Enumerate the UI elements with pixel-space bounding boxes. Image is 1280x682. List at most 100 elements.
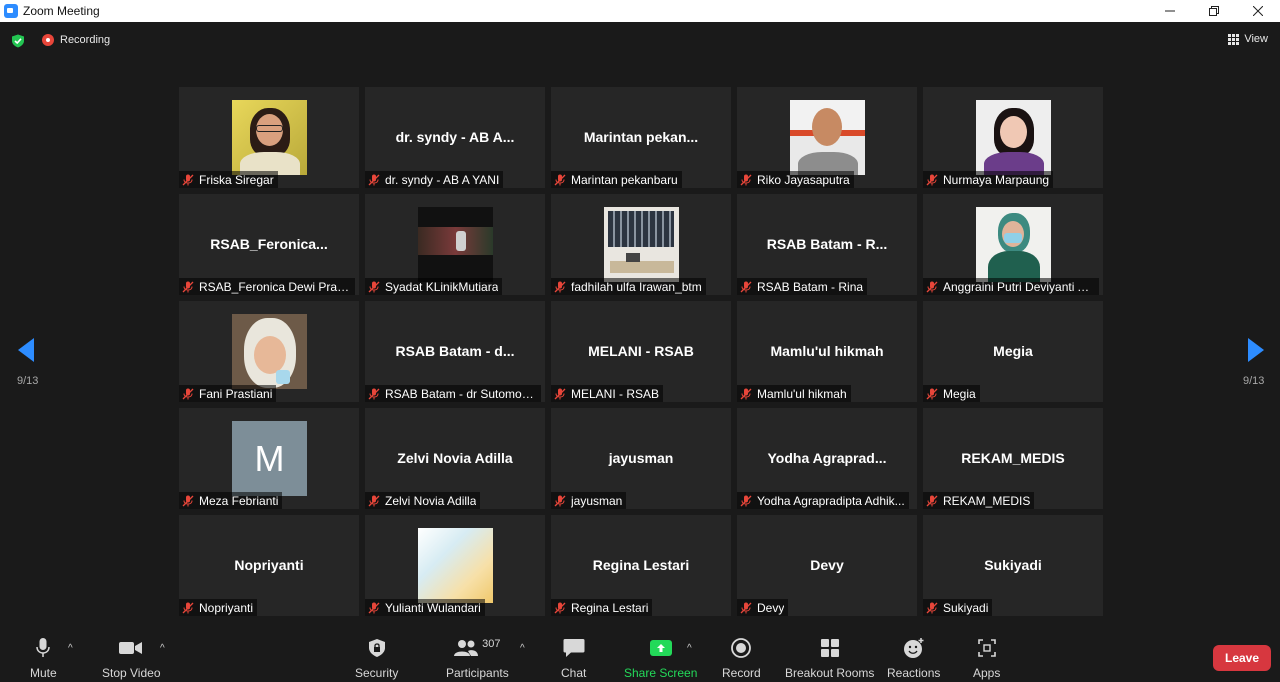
- muted-mic-icon: [554, 174, 566, 185]
- muted-mic-icon: [368, 281, 380, 292]
- participant-name-bar: dr. syndy - AB A YANI: [365, 171, 504, 188]
- participant-display-name: jayusman: [608, 450, 674, 466]
- muted-mic-icon: [740, 174, 752, 185]
- previous-page-arrow-icon[interactable]: [18, 338, 34, 362]
- record-label: Record: [722, 666, 761, 680]
- minimize-button[interactable]: [1148, 0, 1192, 22]
- share-options-caret-icon[interactable]: ^: [687, 643, 692, 654]
- view-button[interactable]: View: [1228, 33, 1268, 45]
- participant-tile[interactable]: Sukiyadi Sukiyadi: [923, 515, 1103, 616]
- restore-icon: [1209, 6, 1219, 16]
- participant-tile[interactable]: fadhilah ulfa Irawan_btm: [551, 194, 731, 295]
- participant-name-bar: Meza Febrianti: [179, 492, 283, 509]
- muted-mic-icon: [926, 495, 938, 506]
- participant-tile[interactable]: RSAB Batam - R... RSAB Batam - Rina: [737, 194, 917, 295]
- muted-mic-icon: [554, 281, 566, 292]
- muted-mic-icon: [368, 388, 380, 399]
- reactions-smiley-icon: [903, 638, 924, 658]
- participant-tile[interactable]: Syadat KLinikMutiara: [365, 194, 545, 295]
- participant-name-label: Marintan pekanbaru: [571, 172, 678, 187]
- participant-tile[interactable]: Nurmaya Marpaung: [923, 87, 1103, 188]
- muted-mic-icon: [740, 495, 752, 506]
- participant-display-name: Zelvi Novia Adilla: [397, 450, 513, 466]
- meeting-status-bar: [0, 22, 1280, 60]
- share-screen-label: Share Screen: [624, 666, 698, 680]
- page-indicator-left: 9/13: [17, 375, 39, 387]
- recording-dot-icon: [42, 34, 54, 46]
- next-page-arrow-icon[interactable]: [1248, 338, 1264, 362]
- page-indicator-right: 9/13: [1243, 375, 1265, 387]
- audio-options-caret-icon[interactable]: ^: [68, 643, 73, 654]
- grid-view-icon: [1228, 33, 1240, 45]
- mute-button[interactable]: Mute: [30, 636, 57, 680]
- muted-mic-icon: [554, 602, 566, 613]
- security-label: Security: [355, 666, 399, 680]
- participant-name-bar: RSAB Batam - Rina: [737, 278, 868, 295]
- stop-video-button[interactable]: Stop Video: [102, 636, 161, 680]
- breakout-rooms-button[interactable]: Breakout Rooms: [785, 636, 874, 680]
- participant-tile[interactable]: Regina Lestari Regina Lestari: [551, 515, 731, 616]
- muted-mic-icon: [182, 388, 194, 399]
- leave-button[interactable]: Leave: [1213, 645, 1271, 671]
- participant-display-name: Regina Lestari: [592, 557, 690, 573]
- participant-tile[interactable]: RSAB_Feronica... RSAB_Feronica Dewi Prati…: [179, 194, 359, 295]
- participant-tile[interactable]: REKAM_MEDIS REKAM_MEDIS: [923, 408, 1103, 509]
- participant-name-label: RSAB_Feronica Dewi Pratiwi: [199, 279, 351, 294]
- breakout-rooms-icon: [820, 639, 839, 657]
- recording-indicator[interactable]: Recording: [42, 34, 110, 46]
- participant-tile[interactable]: Zelvi Novia Adilla Zelvi Novia Adilla: [365, 408, 545, 509]
- participant-display-name: Yodha Agraprad...: [767, 450, 887, 466]
- participant-tile[interactable]: dr. syndy - AB A... dr. syndy - AB A YANI: [365, 87, 545, 188]
- participant-tile[interactable]: MELANI - RSAB MELANI - RSAB: [551, 301, 731, 402]
- close-button[interactable]: [1236, 0, 1280, 22]
- participant-name-label: Nurmaya Marpaung: [943, 172, 1050, 187]
- participant-tile[interactable]: Megia Megia: [923, 301, 1103, 402]
- participant-tile[interactable]: Yulianti Wulandari: [365, 515, 545, 616]
- participant-name-label: Regina Lestari: [571, 600, 649, 615]
- stop-video-label: Stop Video: [102, 666, 161, 680]
- participant-tile[interactable]: Friska Siregar: [179, 87, 359, 188]
- participant-tile[interactable]: jayusman jayusman: [551, 408, 731, 509]
- participant-name-bar: Anggraini Putri Deviyanti A...: [923, 278, 1099, 295]
- participant-display-name: Sukiyadi: [984, 557, 1042, 573]
- participants-options-caret-icon[interactable]: ^: [520, 643, 525, 654]
- participant-display-name: MELANI - RSAB: [588, 343, 694, 359]
- participant-name-bar: Nopriyanti: [179, 599, 258, 616]
- apps-button[interactable]: Apps: [973, 636, 1000, 680]
- restore-button[interactable]: [1192, 0, 1236, 22]
- participants-button[interactable]: 307 Participants: [446, 636, 509, 680]
- participant-tile[interactable]: Nopriyanti Nopriyanti: [179, 515, 359, 616]
- participant-tile[interactable]: M Meza Febrianti: [179, 408, 359, 509]
- participant-tile[interactable]: Riko Jayasaputra: [737, 87, 917, 188]
- security-button[interactable]: Security: [355, 636, 398, 680]
- muted-mic-icon: [926, 388, 938, 399]
- participant-tile[interactable]: Yodha Agraprad... Yodha Agrapradipta Adhi…: [737, 408, 917, 509]
- muted-mic-icon: [182, 602, 194, 613]
- participant-name-label: Zelvi Novia Adilla: [385, 493, 477, 508]
- participant-tile[interactable]: Anggraini Putri Deviyanti A...: [923, 194, 1103, 295]
- reactions-button[interactable]: Reactions: [887, 636, 940, 680]
- participant-tile[interactable]: Mamlu'ul hikmah Mamlu'ul hikmah: [737, 301, 917, 402]
- participant-tile[interactable]: Marintan pekan... Marintan pekanbaru: [551, 87, 731, 188]
- participant-name-label: Megia: [943, 386, 976, 401]
- encryption-shield-icon[interactable]: [11, 34, 25, 48]
- participant-name-label: Mamlu'ul hikmah: [757, 386, 847, 401]
- record-button[interactable]: Record: [722, 636, 761, 680]
- participant-name-bar: Friska Siregar: [179, 171, 278, 188]
- participant-tile[interactable]: Devy Devy: [737, 515, 917, 616]
- chat-button[interactable]: Chat: [561, 636, 586, 680]
- participant-name-label: Sukiyadi: [943, 600, 989, 615]
- participant-display-name: RSAB_Feronica...: [210, 236, 328, 252]
- participant-name-bar: Fani Prastiani: [179, 385, 277, 402]
- participants-label: Participants: [446, 666, 509, 680]
- participant-name-bar: Zelvi Novia Adilla: [365, 492, 481, 509]
- participant-name-bar: fadhilah ulfa Irawan_btm: [551, 278, 706, 295]
- participant-tile[interactable]: RSAB Batam - d... RSAB Batam - dr Sutomo,…: [365, 301, 545, 402]
- participant-tile[interactable]: Fani Prastiani: [179, 301, 359, 402]
- share-screen-icon: [649, 640, 672, 656]
- window-controls: [1148, 0, 1280, 22]
- participant-name-label: Anggraini Putri Deviyanti A...: [943, 279, 1095, 294]
- participant-name-label: Syadat KLinikMutiara: [385, 279, 499, 294]
- video-options-caret-icon[interactable]: ^: [160, 643, 165, 654]
- participant-display-name: Megia: [993, 343, 1033, 359]
